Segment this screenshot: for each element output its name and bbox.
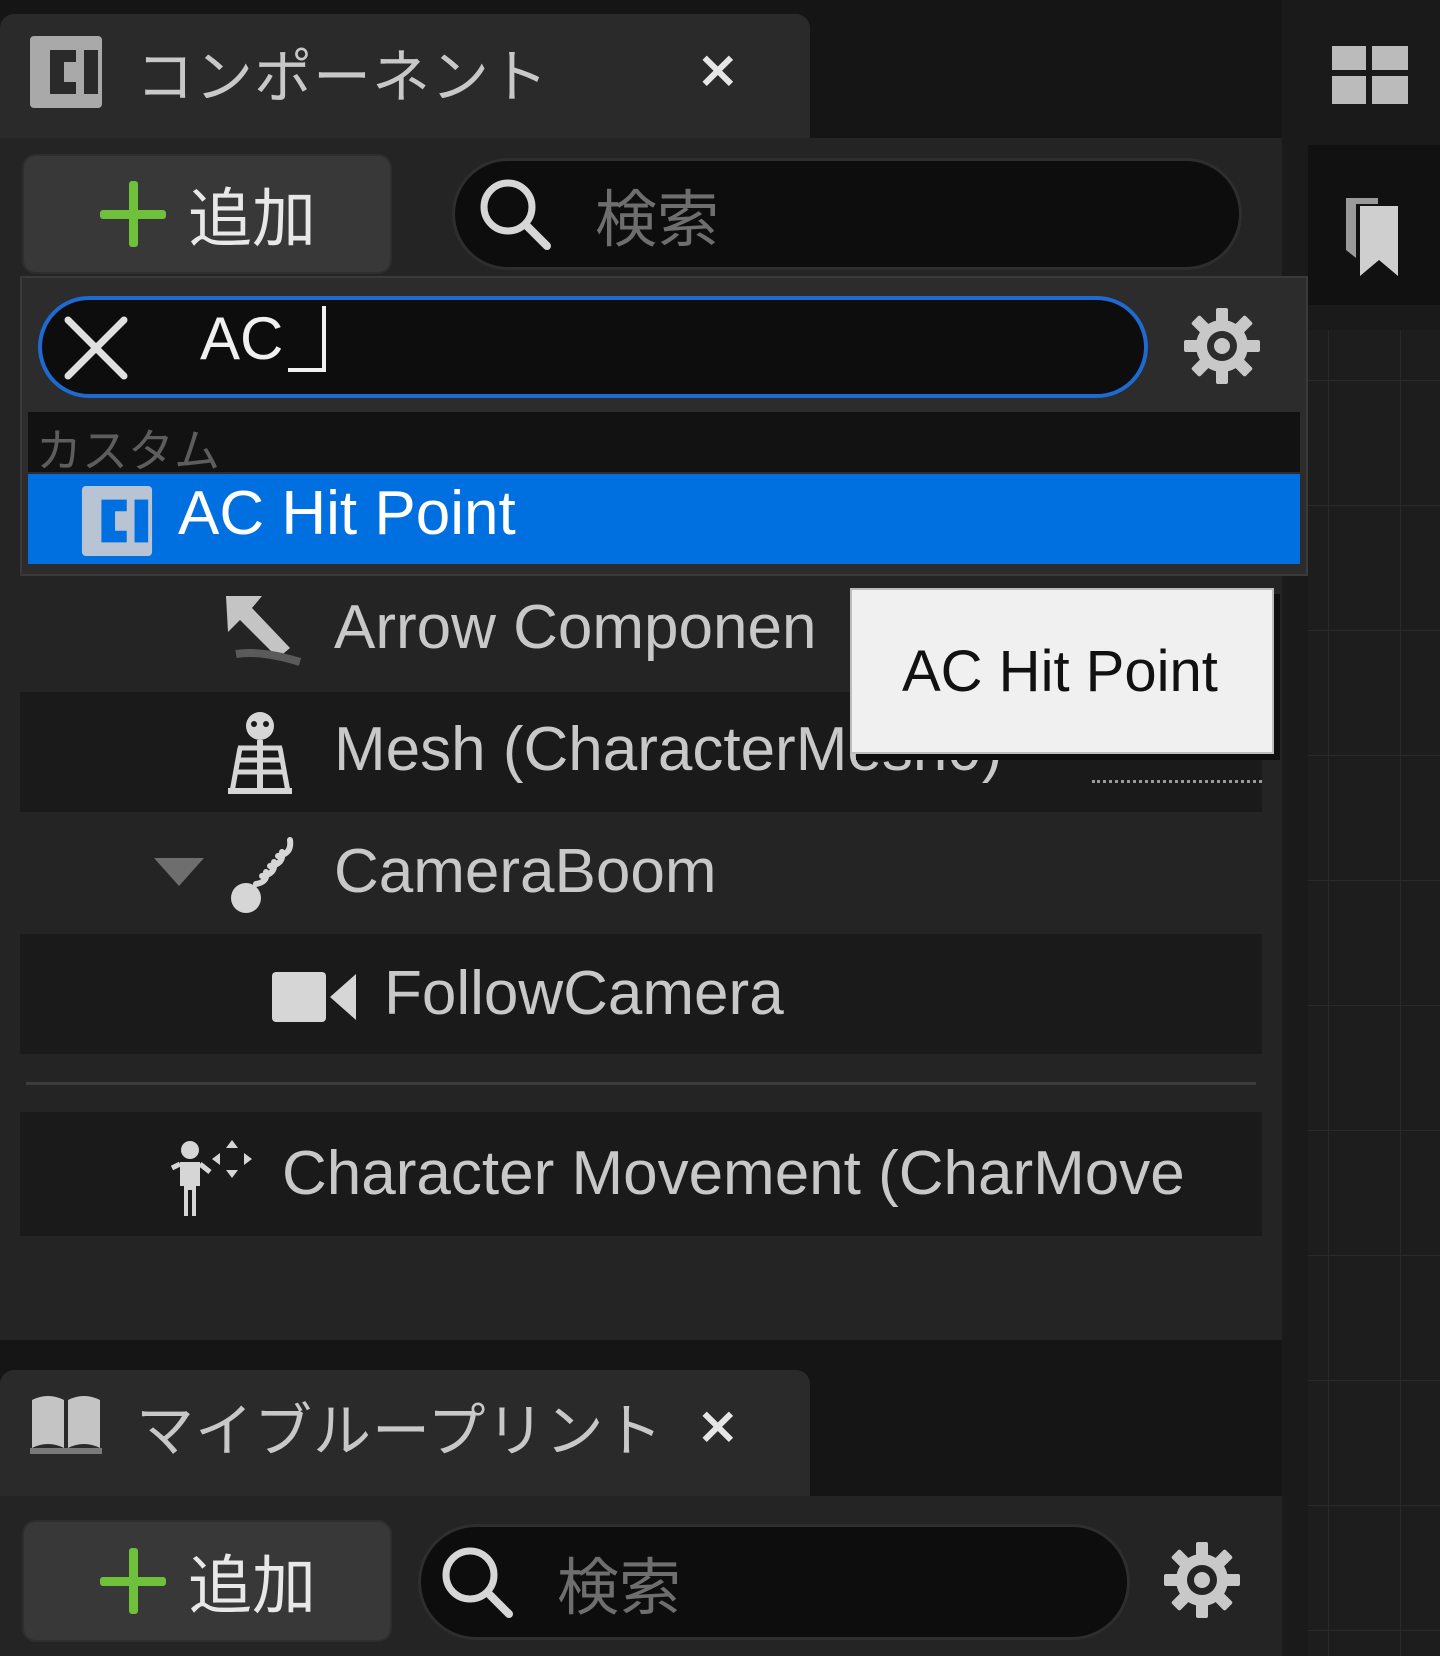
blueprint-class-icon <box>81 485 153 557</box>
arrow-icon <box>226 596 302 666</box>
blueprint-class-icon <box>30 36 102 108</box>
tree-item-follow-camera: FollowCamera <box>384 959 784 1028</box>
character-movement-icon <box>170 1140 252 1216</box>
my-blueprint-search-input[interactable]: 検索 <box>418 1524 1130 1640</box>
gear-icon[interactable] <box>1180 304 1264 388</box>
camera-icon <box>272 972 356 1022</box>
graph-grid-background <box>1308 330 1440 1656</box>
text-caret <box>322 306 326 372</box>
plus-icon <box>98 1546 168 1616</box>
layout-icon[interactable] <box>1332 46 1408 104</box>
add-button-label: 追加 <box>188 1550 316 1624</box>
spring-arm-icon <box>231 837 294 913</box>
plus-icon <box>98 179 168 249</box>
add-component-button[interactable]: 追加 <box>22 154 392 274</box>
components-tab-close-icon[interactable]: × <box>696 40 740 100</box>
chevron-down-icon[interactable] <box>152 854 206 890</box>
category-label: カスタム <box>36 424 220 478</box>
panel-separator <box>0 1340 1282 1370</box>
skeleton-icon <box>228 712 292 794</box>
text-cursor-underline <box>288 368 324 372</box>
tree-item-camera-boom: CameraBoom <box>334 837 717 906</box>
search-icon <box>480 179 551 250</box>
search-icon <box>442 1547 513 1618</box>
add-button-label: 追加 <box>188 183 316 257</box>
tree-divider <box>26 1082 1256 1085</box>
inherited-indicator <box>1092 780 1262 783</box>
book-icon <box>30 1396 102 1454</box>
bookmark-icon[interactable] <box>1344 196 1400 278</box>
gear-icon[interactable] <box>1160 1538 1244 1622</box>
my-blueprint-tab-close-icon[interactable]: × <box>696 1396 740 1456</box>
clear-search-icon[interactable] <box>62 314 130 382</box>
selected-result-label: AC Hit Point <box>178 479 516 548</box>
popup-search-value: AC <box>200 305 284 372</box>
tree-item-character-movement: Character Movement (CharMove <box>282 1139 1185 1208</box>
add-blueprint-item-button[interactable]: 追加 <box>22 1520 392 1642</box>
search-placeholder: 検索 <box>557 1551 682 1624</box>
tooltip-text: AC Hit Point <box>902 639 1218 704</box>
components-tab-title: コンポーネント <box>136 43 550 111</box>
components-search-input[interactable]: 検索 <box>452 158 1242 270</box>
my-blueprint-tab-title: マイブループリント <box>136 1397 664 1465</box>
tree-item-arrow-component: Arrow Componen <box>334 593 817 662</box>
search-placeholder: 検索 <box>595 183 720 256</box>
